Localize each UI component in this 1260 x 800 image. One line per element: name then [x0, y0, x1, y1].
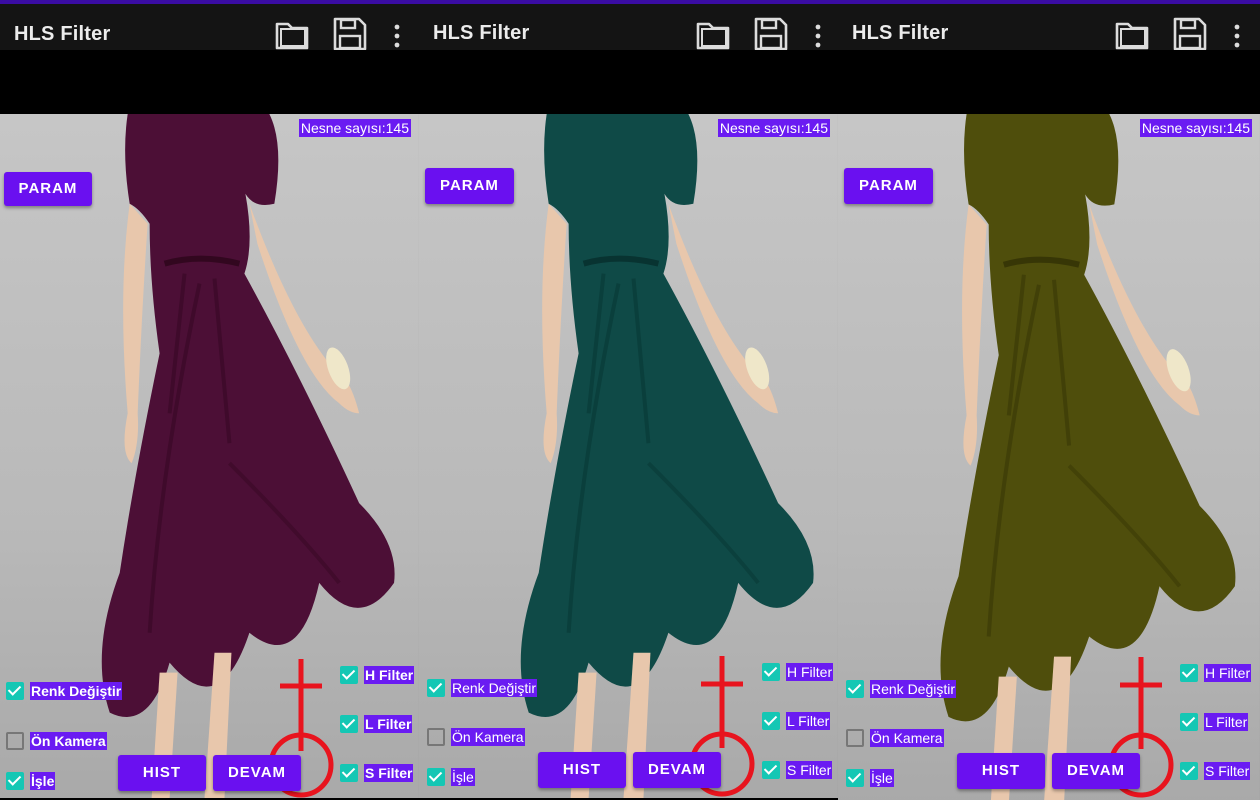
l-filter-label: L Filter — [786, 712, 831, 730]
isle-label: İşle — [451, 768, 475, 786]
screen-panel-olive: HLS Filter Nesne sayısı:145 PARAM Renk D… — [838, 0, 1260, 800]
param-button[interactable]: PARAM — [425, 168, 514, 204]
camera-letterbox — [0, 50, 419, 114]
devam-button[interactable]: DEVAM — [1052, 753, 1140, 789]
h-filter-label: H Filter — [1204, 664, 1252, 682]
isle-checkbox[interactable] — [846, 769, 864, 787]
folder-icon[interactable] — [274, 18, 310, 52]
folder-icon[interactable] — [695, 18, 731, 52]
l-filter-checkbox[interactable] — [762, 712, 780, 730]
renk-degistir-label: Renk Değiştir — [30, 682, 123, 700]
s-filter-label: S Filter — [1204, 762, 1251, 780]
overflow-menu-icon[interactable] — [815, 24, 821, 48]
h-filter-checkbox[interactable] — [762, 663, 780, 681]
on-kamera-checkbox[interactable] — [846, 729, 864, 747]
app-bar: HLS Filter — [419, 4, 838, 52]
isle-label: İşle — [30, 772, 56, 790]
on-kamera-label: Ön Kamera — [30, 732, 107, 750]
camera-letterbox — [838, 50, 1260, 114]
save-icon[interactable] — [1172, 16, 1208, 52]
isle-checkbox[interactable] — [427, 768, 445, 786]
h-filter-label: H Filter — [786, 663, 834, 681]
app-bar: HLS Filter — [838, 4, 1260, 52]
screen-panel-teal: HLS Filter Nesne sayısı:145 PARAM Renk D… — [419, 0, 838, 800]
renk-degistir-checkbox[interactable] — [6, 682, 24, 700]
on-kamera-label: Ön Kamera — [451, 728, 525, 746]
object-count-label: Nesne sayısı:145 — [1139, 119, 1252, 137]
save-icon[interactable] — [332, 16, 368, 52]
object-count-label: Nesne sayısı:145 — [298, 119, 411, 137]
isle-label: İşle — [870, 769, 894, 787]
devam-button[interactable]: DEVAM — [633, 752, 721, 788]
h-filter-label: H Filter — [364, 666, 415, 684]
renk-degistir-checkbox[interactable] — [846, 680, 864, 698]
param-button[interactable]: PARAM — [4, 172, 92, 206]
s-filter-checkbox[interactable] — [1180, 762, 1198, 780]
renk-degistir-label: Renk Değiştir — [870, 680, 957, 698]
on-kamera-checkbox[interactable] — [427, 728, 445, 746]
overflow-menu-icon[interactable] — [394, 24, 400, 48]
camera-letterbox — [419, 50, 838, 114]
app-bar: HLS Filter — [0, 4, 419, 52]
s-filter-checkbox[interactable] — [762, 761, 780, 779]
renk-degistir-checkbox[interactable] — [427, 679, 445, 697]
s-filter-label: S Filter — [364, 764, 414, 782]
hist-button[interactable]: HIST — [118, 755, 206, 791]
s-filter-label: S Filter — [786, 761, 833, 779]
isle-checkbox[interactable] — [6, 772, 24, 790]
folder-icon[interactable] — [1114, 18, 1150, 52]
l-filter-label: L Filter — [364, 715, 413, 733]
s-filter-checkbox[interactable] — [340, 764, 358, 782]
h-filter-checkbox[interactable] — [1180, 664, 1198, 682]
l-filter-checkbox[interactable] — [1180, 713, 1198, 731]
h-filter-checkbox[interactable] — [340, 666, 358, 684]
on-kamera-label: Ön Kamera — [870, 729, 944, 747]
screen-panel-purple: HLS Filter Nesne sayısı:145 PARAM Renk D… — [0, 0, 419, 800]
renk-degistir-label: Renk Değiştir — [451, 679, 538, 697]
hist-button[interactable]: HIST — [957, 753, 1045, 789]
param-button[interactable]: PARAM — [844, 168, 933, 204]
l-filter-label: L Filter — [1204, 713, 1249, 731]
hist-button[interactable]: HIST — [538, 752, 626, 788]
save-icon[interactable] — [753, 16, 789, 52]
on-kamera-checkbox[interactable] — [6, 732, 24, 750]
overflow-menu-icon[interactable] — [1234, 24, 1240, 48]
object-count-label: Nesne sayısı:145 — [717, 119, 830, 137]
l-filter-checkbox[interactable] — [340, 715, 358, 733]
devam-button[interactable]: DEVAM — [213, 755, 301, 791]
